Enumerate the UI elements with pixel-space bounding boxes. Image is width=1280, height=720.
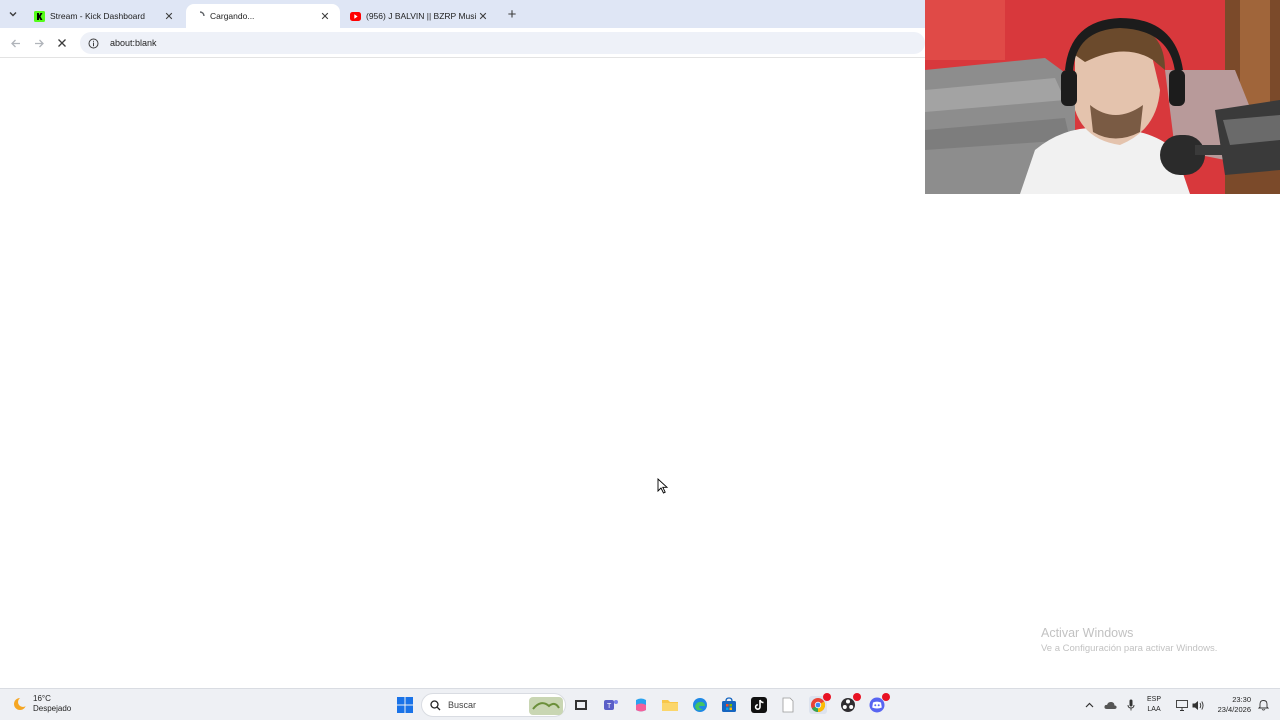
clock-time: 23:30 xyxy=(1232,695,1251,704)
notifications-button[interactable] xyxy=(1256,696,1270,714)
show-hidden-icons-button[interactable] xyxy=(1083,696,1095,714)
svg-text:T: T xyxy=(607,703,612,710)
store-icon xyxy=(722,697,736,712)
address-bar[interactable] xyxy=(80,32,925,54)
close-icon[interactable]: ✕ xyxy=(476,9,490,23)
tab-kick-dashboard[interactable]: Stream - Kick Dashboard ✕ xyxy=(26,4,184,28)
taskbar-app-teams[interactable]: T xyxy=(602,696,620,714)
edge-icon xyxy=(693,698,707,712)
weather-condition: Despejado xyxy=(33,704,72,713)
search-icon xyxy=(430,699,441,710)
folder-icon xyxy=(662,700,678,711)
teams-icon: T xyxy=(604,700,618,710)
chevron-down-icon xyxy=(9,12,17,17)
task-view-icon xyxy=(575,700,587,710)
webcam-overlay xyxy=(925,0,1280,194)
search-highlight-icon xyxy=(529,697,563,715)
tab-title: Stream - Kick Dashboard xyxy=(50,11,145,21)
task-view-button[interactable] xyxy=(572,696,590,714)
close-icon xyxy=(58,39,66,47)
screen: Stream - Kick Dashboard ✕ Cargando... ✕ … xyxy=(0,0,1280,720)
speaker-icon xyxy=(1192,700,1204,710)
loading-spinner-icon xyxy=(194,11,205,22)
new-tab-button[interactable]: + xyxy=(503,5,521,23)
back-button[interactable] xyxy=(6,34,24,52)
url-input[interactable] xyxy=(110,38,410,48)
plus-icon: + xyxy=(507,5,517,23)
moon-weather-icon xyxy=(14,697,28,710)
stop-loading-button[interactable] xyxy=(53,34,71,52)
taskbar-app-obs[interactable] xyxy=(839,693,861,714)
youtube-icon xyxy=(350,11,361,22)
forward-button[interactable] xyxy=(30,34,48,52)
weather-widget[interactable]: 16°C Despejado xyxy=(12,694,71,714)
watermark-subtitle: Ve a Configuración para activar Windows. xyxy=(1041,643,1218,654)
windows-logo-icon xyxy=(397,697,413,713)
chevron-up-icon xyxy=(1085,702,1093,708)
info-icon[interactable] xyxy=(86,36,100,50)
system-clock[interactable]: 23:30 23/4/2026 xyxy=(1208,695,1251,715)
language-code: ESP xyxy=(1147,696,1162,703)
notification-bell-icon xyxy=(1257,700,1269,711)
search-label: Buscar xyxy=(448,700,477,710)
kick-logo-icon xyxy=(34,10,45,22)
arrow-left-icon xyxy=(10,39,20,47)
cloud-icon xyxy=(1103,701,1117,709)
taskbar-app-store[interactable] xyxy=(720,696,738,714)
arrow-right-icon xyxy=(34,39,44,47)
tab-title: (956) J BALVIN || BZRP Music Se xyxy=(366,11,476,21)
taskbar-app-copilot[interactable] xyxy=(632,696,650,714)
language-indicator[interactable]: ESP LAA xyxy=(1147,695,1161,715)
network-tray-icon[interactable] xyxy=(1175,696,1189,714)
watermark-title: Activar Windows xyxy=(1041,626,1134,640)
tiktok-icon xyxy=(751,697,767,713)
weather-temp: 16°C xyxy=(33,694,51,703)
taskbar-app-edge[interactable] xyxy=(691,696,709,714)
notification-badge xyxy=(882,693,890,701)
taskbar: 16°C Despejado Buscar T ESP LAA 23:30 23… xyxy=(0,688,1280,720)
taskbar-app-file-explorer[interactable] xyxy=(661,696,679,714)
taskbar-app-notepad[interactable] xyxy=(779,696,797,714)
close-icon[interactable]: ✕ xyxy=(162,9,176,23)
mouse-cursor-icon xyxy=(657,478,669,494)
tab-youtube[interactable]: (956) J BALVIN || BZRP Music Se ✕ xyxy=(342,4,498,28)
clock-date: 23/4/2026 xyxy=(1217,705,1251,714)
close-icon[interactable]: ✕ xyxy=(318,9,332,23)
tab-search-button[interactable] xyxy=(4,5,22,23)
microphone-tray-icon[interactable] xyxy=(1125,696,1137,714)
activation-watermark: Activar Windows Ve a Configuración para … xyxy=(1041,626,1217,654)
onedrive-tray-icon[interactable] xyxy=(1102,696,1118,714)
tab-title: Cargando... xyxy=(210,11,255,21)
blank-file-icon xyxy=(782,697,794,713)
volume-tray-icon[interactable] xyxy=(1191,696,1205,714)
recording-indicator xyxy=(853,693,861,701)
taskbar-search[interactable]: Buscar xyxy=(421,693,566,717)
microphone-icon xyxy=(1127,699,1135,711)
taskbar-app-tiktok[interactable] xyxy=(750,696,768,714)
tab-loading[interactable]: Cargando... ✕ xyxy=(186,4,340,28)
copilot-icon xyxy=(636,698,646,712)
start-button[interactable] xyxy=(396,696,414,714)
network-icon xyxy=(1176,699,1188,711)
notification-badge xyxy=(823,693,831,701)
taskbar-app-chrome[interactable] xyxy=(809,693,831,714)
keyboard-layout: LAA xyxy=(1147,706,1161,713)
taskbar-app-discord[interactable] xyxy=(868,693,890,714)
